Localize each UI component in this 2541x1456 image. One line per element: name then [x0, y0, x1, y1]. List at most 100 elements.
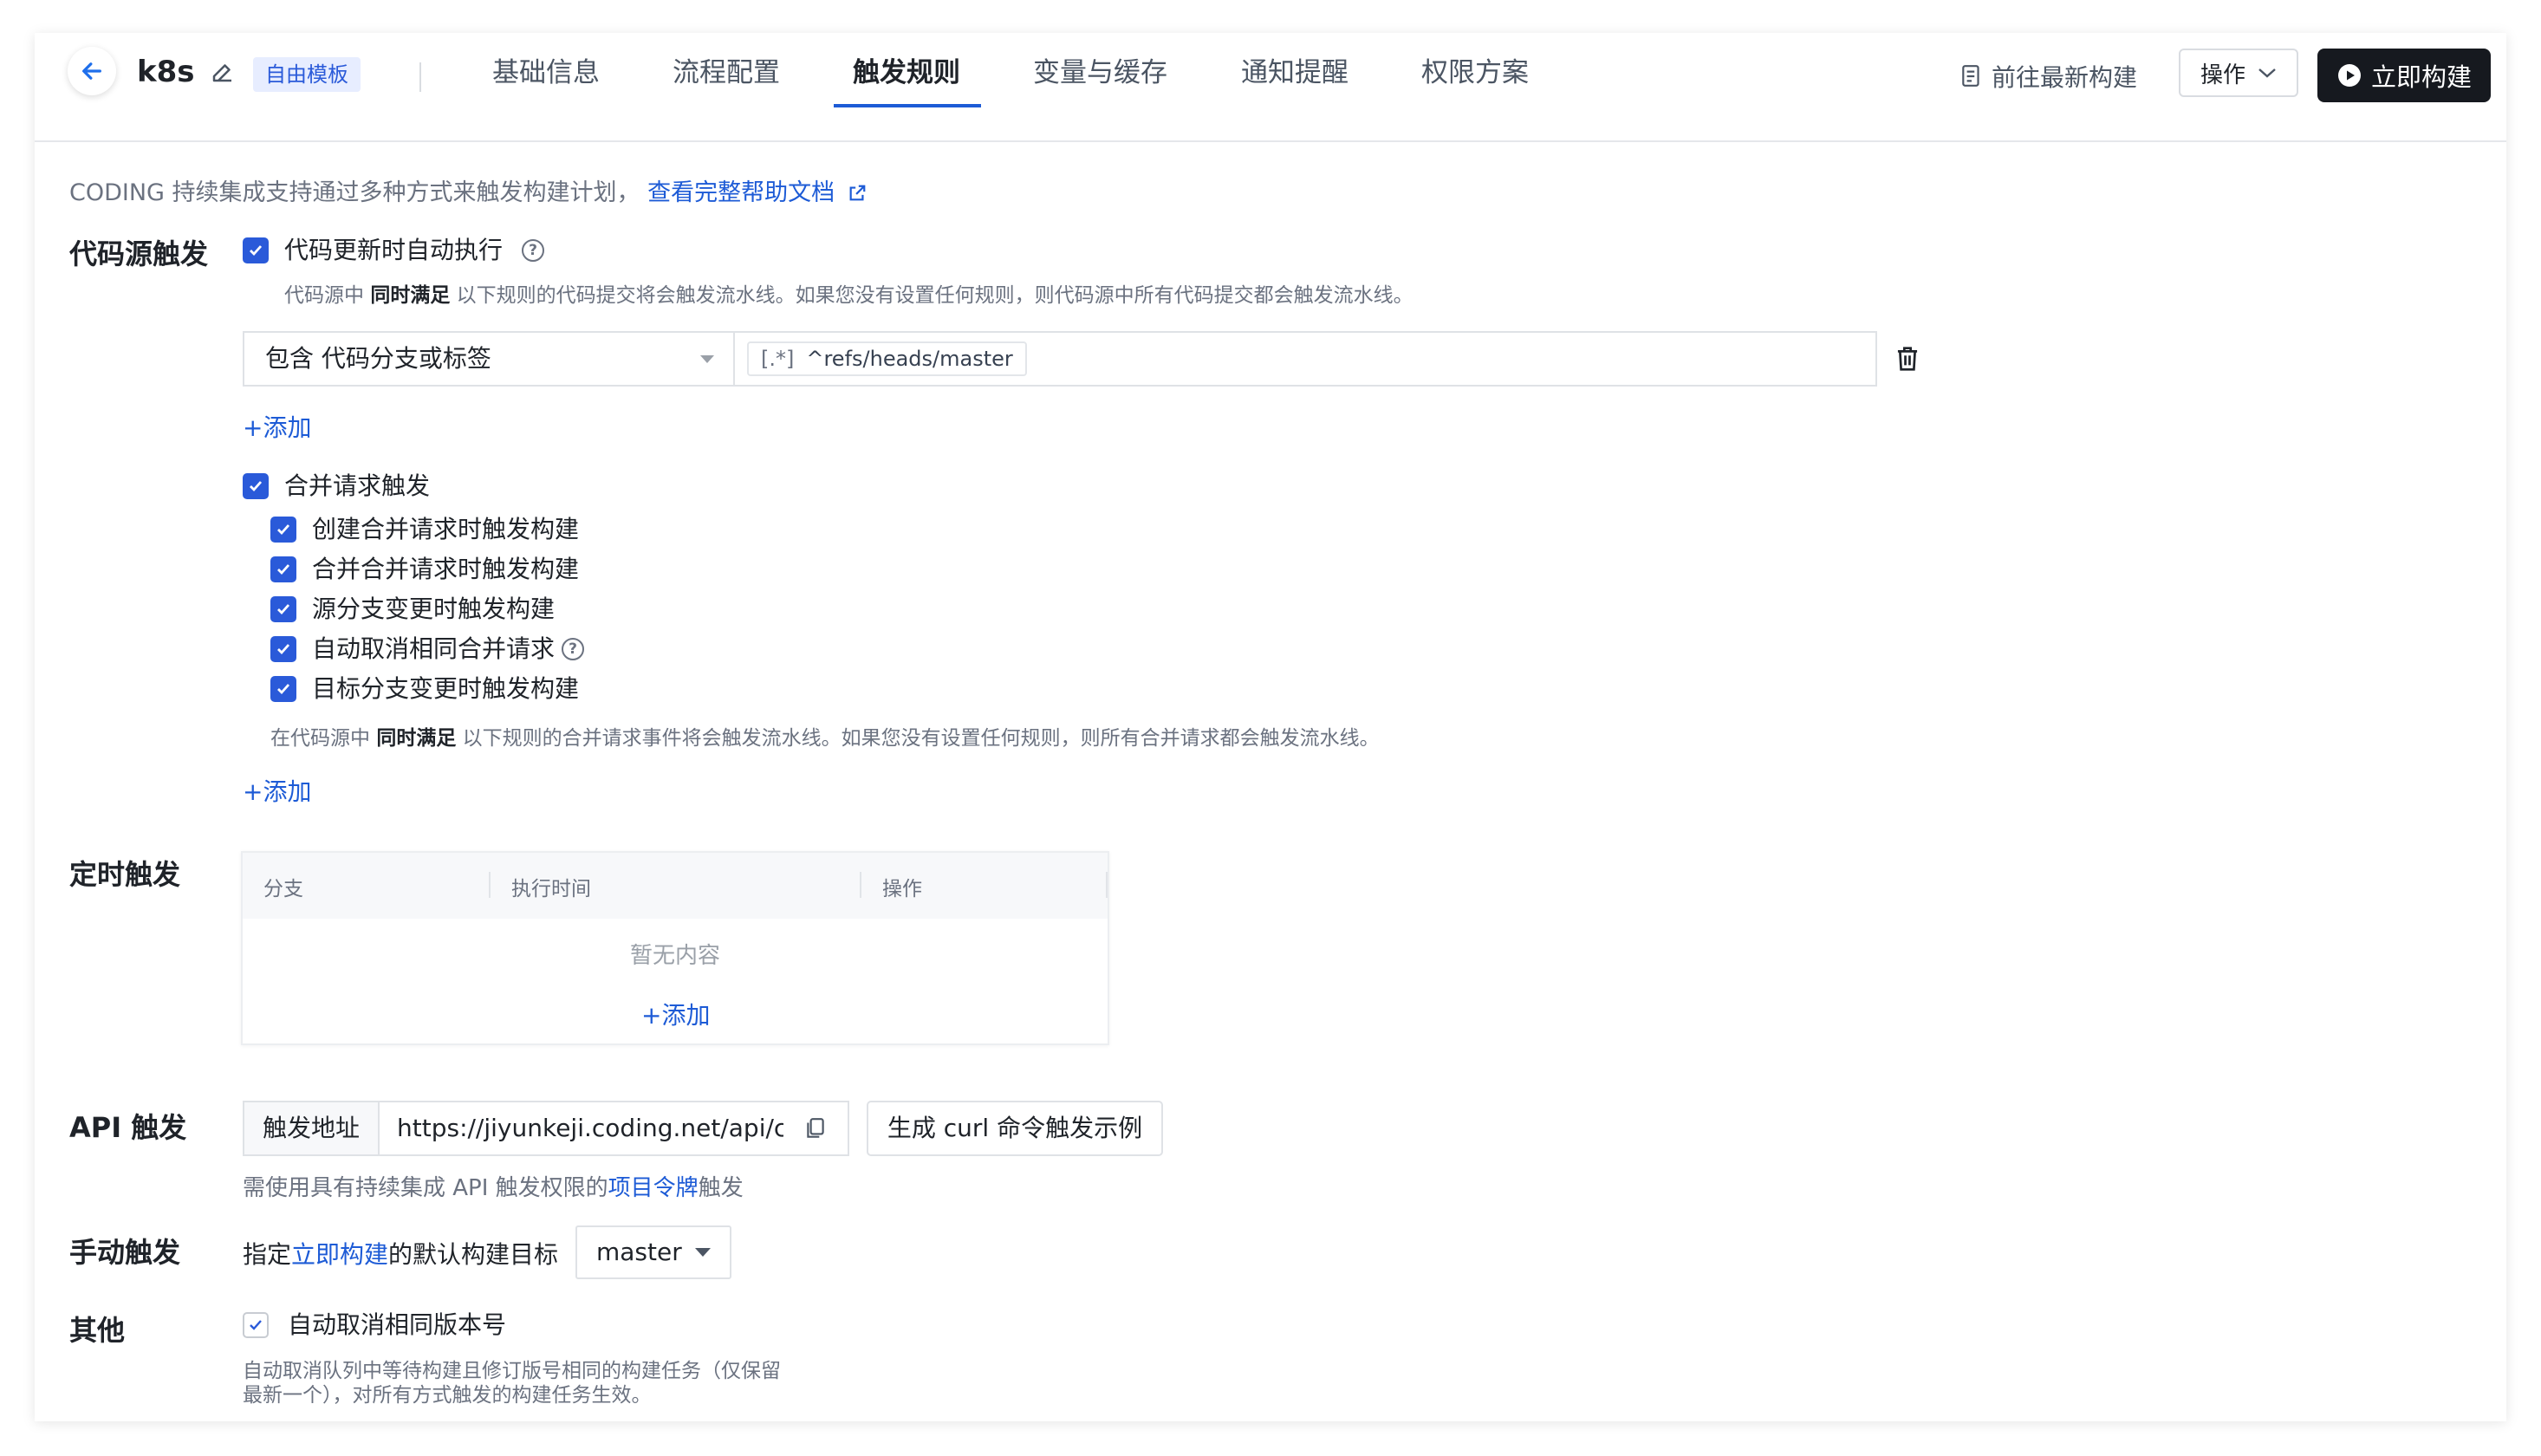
operations-label: 操作: [2200, 62, 2245, 88]
build-now-button[interactable]: 立即构建: [2317, 49, 2491, 102]
note-prefix: 代码源中: [284, 284, 371, 307]
merge-request-trigger-label: 合并请求触发: [284, 471, 431, 500]
copy-icon: [807, 1118, 824, 1138]
active-tab-indicator: [834, 104, 981, 107]
help-doc-link[interactable]: 查看完整帮助文档: [647, 179, 867, 206]
note-prefix: 在代码源中: [270, 727, 377, 750]
add-code-rule-link[interactable]: +添加: [243, 409, 311, 444]
manual-default-target-text: 指定立即构建的默认构建目标: [243, 1236, 558, 1271]
mr-source-change-label: 源分支变更时触发构建: [312, 595, 556, 623]
tab-basic-info[interactable]: 基础信息: [492, 57, 600, 88]
check-icon: [277, 564, 290, 575]
chevron-down-icon: [2258, 68, 2276, 78]
column-branch: 分支: [263, 878, 303, 900]
other-label: 其他: [69, 1314, 126, 1347]
goto-latest-build-link[interactable]: 前往最新构建: [1960, 59, 2137, 94]
mr-auto-cancel-label: 自动取消相同合并请求: [312, 634, 556, 663]
rule-type-value: 包含 代码分支或标签: [265, 344, 491, 373]
build-now-label: 立即构建: [2370, 62, 2472, 92]
default-branch-value: master: [596, 1238, 682, 1266]
text-suffix: 的默认构建目标: [388, 1240, 559, 1269]
help-circle-icon[interactable]: ?: [522, 239, 544, 262]
mr-create-checkbox[interactable]: [270, 517, 296, 543]
check-icon: [277, 684, 290, 695]
trigger-settings-card: k8s 自由模板 基础信息 流程配置 触发规则 变量与缓存 通知提醒 权限方案 …: [35, 33, 2506, 1421]
api-url-prefix: 触发地址: [243, 1101, 380, 1156]
check-icon: [250, 245, 263, 257]
regex-icon: [.*]: [761, 347, 795, 371]
add-schedule-link[interactable]: +添加: [641, 997, 710, 1031]
page-header: k8s 自由模板 基础信息 流程配置 触发规则 变量与缓存 通知提醒 权限方案 …: [35, 33, 2506, 142]
tab-variables-cache[interactable]: 变量与缓存: [1033, 57, 1167, 88]
template-badge: 自由模板: [253, 57, 361, 92]
auto-run-label: 代码更新时自动执行: [284, 236, 504, 264]
tab-permissions[interactable]: 权限方案: [1421, 57, 1529, 88]
check-icon: [250, 1320, 262, 1330]
mr-source-change-checkbox[interactable]: [270, 596, 296, 622]
note-suffix: 以下规则的代码提交将会触发流水线。如果您没有设置任何规则，则代码源中所有代码提交…: [450, 284, 1413, 307]
table-header: 分支 执行时间 操作: [243, 853, 1108, 919]
project-token-link[interactable]: 项目令牌: [608, 1175, 699, 1201]
note-bold: 同时满足: [376, 727, 457, 750]
trash-icon[interactable]: [1894, 345, 1920, 373]
table-empty-text: 暂无内容: [629, 943, 720, 969]
check-icon: [277, 604, 290, 615]
schedule-trigger-label: 定时触发: [69, 858, 181, 891]
merge-request-rule-note: 在代码源中 同时满足 以下规则的合并请求事件将会触发流水线。如果您没有设置任何规…: [270, 721, 1380, 751]
arrow-left-icon: [82, 62, 101, 80]
api-trigger-label: API 触发: [69, 1111, 187, 1144]
column-divider: [489, 872, 491, 898]
manual-trigger-label: 手动触发: [69, 1236, 181, 1269]
mr-auto-cancel-checkbox[interactable]: [270, 636, 296, 662]
caret-down-icon: [700, 355, 714, 363]
help-circle-icon[interactable]: ?: [562, 638, 584, 660]
column-exec-time: 执行时间: [511, 878, 591, 900]
note-suffix: 触发: [698, 1175, 744, 1201]
rule-tag[interactable]: [.*] ^refs/heads/master: [747, 341, 1027, 376]
generate-curl-button[interactable]: 生成 curl 命令触发示例: [867, 1101, 1163, 1156]
build-now-link[interactable]: 立即构建: [291, 1240, 388, 1269]
intro-text: CODING 持续集成支持通过多种方式来触发构建计划， 查看完整帮助文档: [69, 173, 867, 207]
operations-dropdown[interactable]: 操作: [2179, 49, 2298, 97]
mr-target-change-checkbox[interactable]: [270, 676, 296, 702]
column-actions: 操作: [882, 878, 922, 900]
goto-latest-build-label: 前往最新构建: [1992, 63, 2138, 92]
tab-notifications[interactable]: 通知提醒: [1241, 57, 1348, 88]
note-bold: 同时满足: [370, 284, 451, 307]
code-source-rule-note: 代码源中 同时满足 以下规则的代码提交将会触发流水线。如果您没有设置任何规则，则…: [284, 278, 1413, 308]
schedule-table: 分支 执行时间 操作 暂无内容 +添加: [241, 851, 1109, 1045]
caret-down-icon: [695, 1248, 711, 1257]
mr-create-label: 创建合并请求时触发构建: [312, 515, 580, 543]
column-divider: [1106, 872, 1108, 898]
project-name: k8s: [137, 55, 195, 89]
check-icon: [277, 644, 290, 655]
text-prefix: 指定: [243, 1240, 292, 1269]
mr-merge-label: 合并合并请求时触发构建: [312, 555, 580, 583]
rule-type-select[interactable]: 包含 代码分支或标签: [243, 331, 733, 387]
auto-run-checkbox[interactable]: [243, 237, 269, 263]
add-mr-rule-link[interactable]: +添加: [243, 773, 311, 808]
external-link-icon: [849, 185, 866, 201]
api-url-field[interactable]: https://jiyunkeji.coding.net/api/cci/job…: [378, 1101, 785, 1156]
note-prefix: 需使用具有持续集成 API 触发权限的: [243, 1175, 608, 1201]
check-icon: [277, 524, 290, 536]
column-divider: [860, 872, 861, 898]
merge-request-trigger-checkbox[interactable]: [243, 473, 269, 499]
back-button[interactable]: [68, 47, 116, 95]
play-circle-icon: [2337, 64, 2361, 87]
api-permission-note: 需使用具有持续集成 API 触发权限的项目令牌触发: [243, 1170, 744, 1202]
check-icon: [250, 481, 263, 492]
auto-cancel-same-version-checkbox[interactable]: [243, 1312, 269, 1338]
auto-cancel-note: 自动取消队列中等待构建且修订版号相同的构建任务（仅保留最新一个），对所有方式触发…: [243, 1360, 781, 1407]
default-branch-select[interactable]: master: [575, 1225, 731, 1279]
tab-flow-config[interactable]: 流程配置: [673, 57, 780, 88]
mr-merge-checkbox[interactable]: [270, 556, 296, 582]
edit-icon[interactable]: [210, 59, 236, 85]
copy-button[interactable]: [783, 1101, 849, 1156]
note-suffix: 以下规则的合并请求事件将会触发流水线。如果您没有设置任何规则，则所有合并请求都会…: [456, 727, 1380, 750]
rule-value-input[interactable]: [.*] ^refs/heads/master: [733, 331, 1877, 387]
code-source-trigger-label: 代码源触发: [69, 237, 209, 270]
rule-tag-value: ^refs/heads/master: [806, 347, 1013, 371]
tab-trigger-rules[interactable]: 触发规则: [853, 57, 960, 88]
auto-cancel-same-version-label: 自动取消相同版本号: [288, 1310, 507, 1339]
